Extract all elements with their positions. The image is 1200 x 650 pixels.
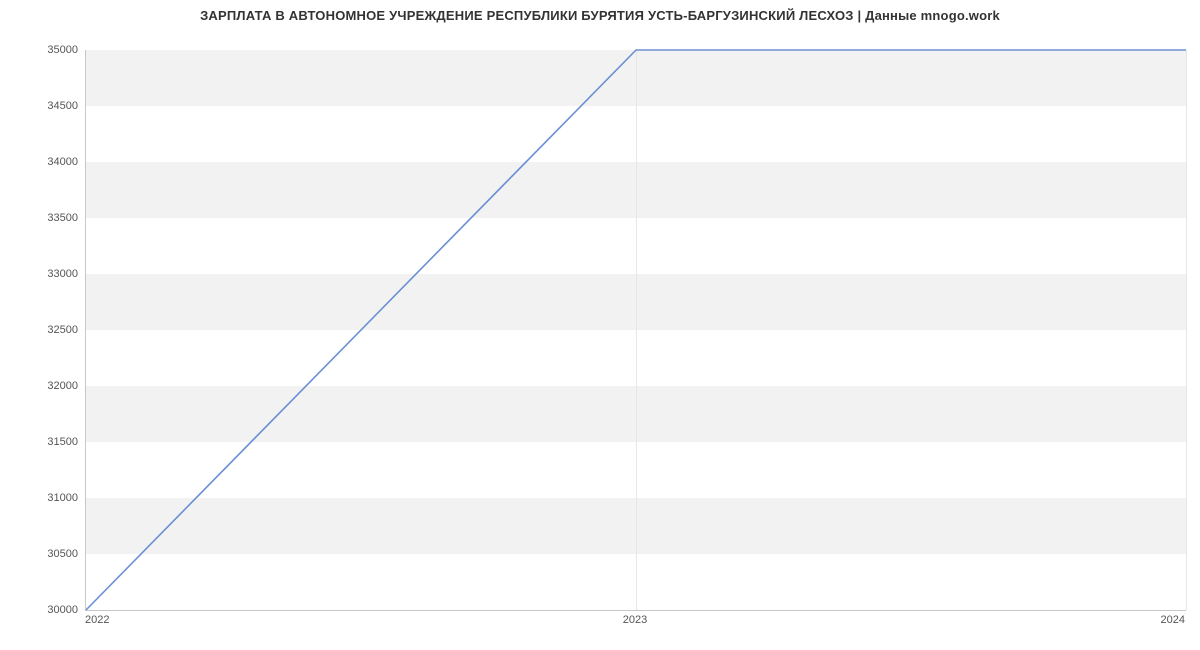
y-axis-tick-label: 35000 <box>8 44 78 56</box>
chart-title: ЗАРПЛАТА В АВТОНОМНОЕ УЧРЕЖДЕНИЕ РЕСПУБЛ… <box>0 8 1200 23</box>
y-axis-tick-label: 32000 <box>8 380 78 392</box>
chart-container: ЗАРПЛАТА В АВТОНОМНОЕ УЧРЕЖДЕНИЕ РЕСПУБЛ… <box>0 0 1200 650</box>
line-series <box>86 50 1186 610</box>
y-axis-tick-label: 30000 <box>8 604 78 616</box>
y-axis-tick-label: 34500 <box>8 100 78 112</box>
y-axis-tick-label: 33000 <box>8 268 78 280</box>
x-axis-tick-label: 2024 <box>1161 614 1185 626</box>
x-axis-tick-label: 2022 <box>85 614 109 626</box>
x-axis-tick-label: 2023 <box>623 614 647 626</box>
salary-line <box>86 50 1186 610</box>
y-axis-tick-label: 31000 <box>8 492 78 504</box>
y-axis-tick-label: 34000 <box>8 156 78 168</box>
y-axis-tick-label: 33500 <box>8 212 78 224</box>
y-axis-tick-label: 32500 <box>8 324 78 336</box>
grid-line-vertical <box>1186 50 1187 610</box>
y-axis-tick-label: 30500 <box>8 548 78 560</box>
plot-area <box>85 50 1186 611</box>
y-axis-tick-label: 31500 <box>8 436 78 448</box>
